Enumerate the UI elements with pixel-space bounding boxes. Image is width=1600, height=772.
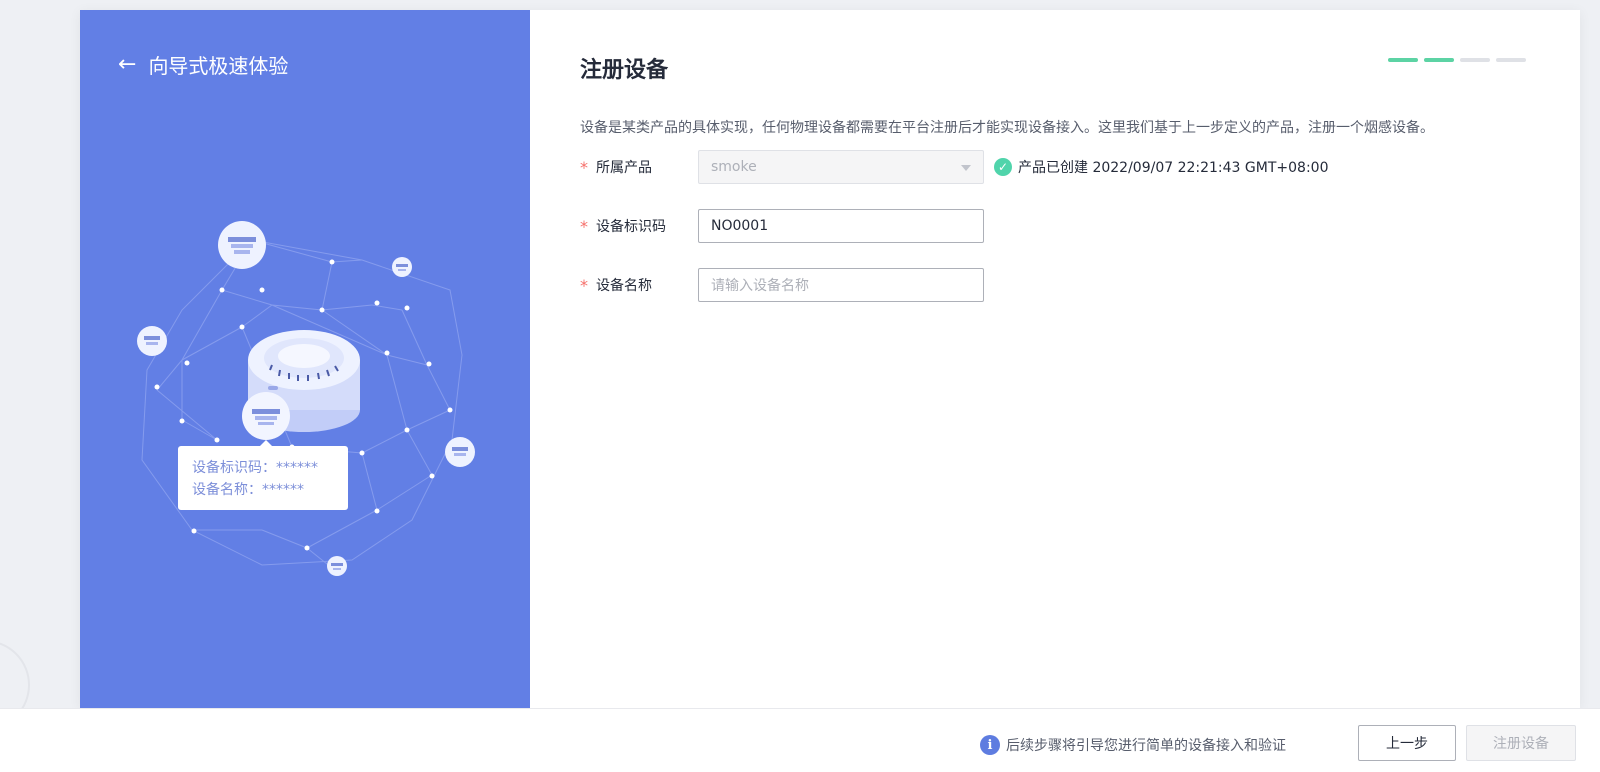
- illustration-card-line1: 设备标识码：******: [192, 459, 318, 476]
- step-progress: [1388, 58, 1526, 62]
- back-link[interactable]: ← 向导式极速体验: [118, 50, 288, 79]
- footer-tip-text: 后续步骤将引导您进行简单的设备接入和验证: [1006, 738, 1286, 754]
- info-icon: i: [980, 735, 1000, 755]
- wizard-content: 注册设备 设备是某类产品的具体实现，任何物理设备都需要在平台注册后才能实现设备接…: [530, 10, 1580, 708]
- illustration-card-line2: 设备名称：******: [192, 481, 304, 498]
- previous-step-button[interactable]: 上一步: [1358, 725, 1456, 761]
- wizard-footer: i 后续步骤将引导您进行简单的设备接入和验证 上一步 注册设备: [0, 708, 1600, 772]
- footer-tip: i 后续步骤将引导您进行简单的设备接入和验证: [980, 735, 1286, 755]
- page-title: 注册设备: [580, 58, 669, 83]
- device-id-label: 设备标识码: [596, 219, 666, 235]
- form-row-device-name: * 设备名称 请输入设备名称: [580, 268, 984, 302]
- device-id-value: NO0001: [711, 218, 769, 234]
- step-indicator-3: [1460, 58, 1490, 62]
- register-device-button[interactable]: 注册设备: [1466, 725, 1576, 761]
- product-select-value: smoke: [711, 159, 757, 175]
- product-created-status: ✓ 产品已创建 2022/09/07 22:21:43 GMT+08:00: [994, 157, 1328, 177]
- device-name-placeholder: 请输入设备名称: [711, 278, 809, 294]
- wizard-side-panel: ← 向导式极速体验 设备标识码：****** 设备名称：******: [80, 10, 530, 708]
- step-indicator-1: [1388, 58, 1418, 62]
- arrow-left-icon: ←: [118, 51, 137, 77]
- device-id-input[interactable]: NO0001: [698, 209, 984, 243]
- form-row-product: * 所属产品 smoke ✓ 产品已创建 2022/09/07 22:21:43…: [580, 150, 1328, 184]
- chevron-down-icon: [961, 165, 971, 171]
- device-name-input[interactable]: 请输入设备名称: [698, 268, 984, 302]
- check-circle-icon: ✓: [994, 158, 1012, 176]
- step-indicator-2: [1424, 58, 1454, 62]
- required-mark: *: [580, 216, 588, 236]
- product-select[interactable]: smoke: [698, 150, 984, 184]
- product-label: 所属产品: [596, 160, 652, 176]
- form-row-device-id: * 设备标识码 NO0001: [580, 209, 984, 243]
- back-link-label: 向导式极速体验: [148, 54, 289, 78]
- required-mark: *: [580, 157, 588, 177]
- step-indicator-4: [1496, 58, 1526, 62]
- required-mark: *: [580, 275, 588, 295]
- device-name-label: 设备名称: [596, 278, 652, 294]
- step-description: 设备是某类产品的具体实现，任何物理设备都需要在平台注册后才能实现设备接入。这里我…: [580, 120, 1434, 136]
- wizard-dialog: ← 向导式极速体验 设备标识码：****** 设备名称：****** 注册设备 …: [80, 10, 1580, 708]
- smoke-detector-network-illustration: 设备标识码：****** 设备名称：******: [137, 221, 475, 576]
- product-created-text: 产品已创建 2022/09/07 22:21:43 GMT+08:00: [1018, 160, 1329, 176]
